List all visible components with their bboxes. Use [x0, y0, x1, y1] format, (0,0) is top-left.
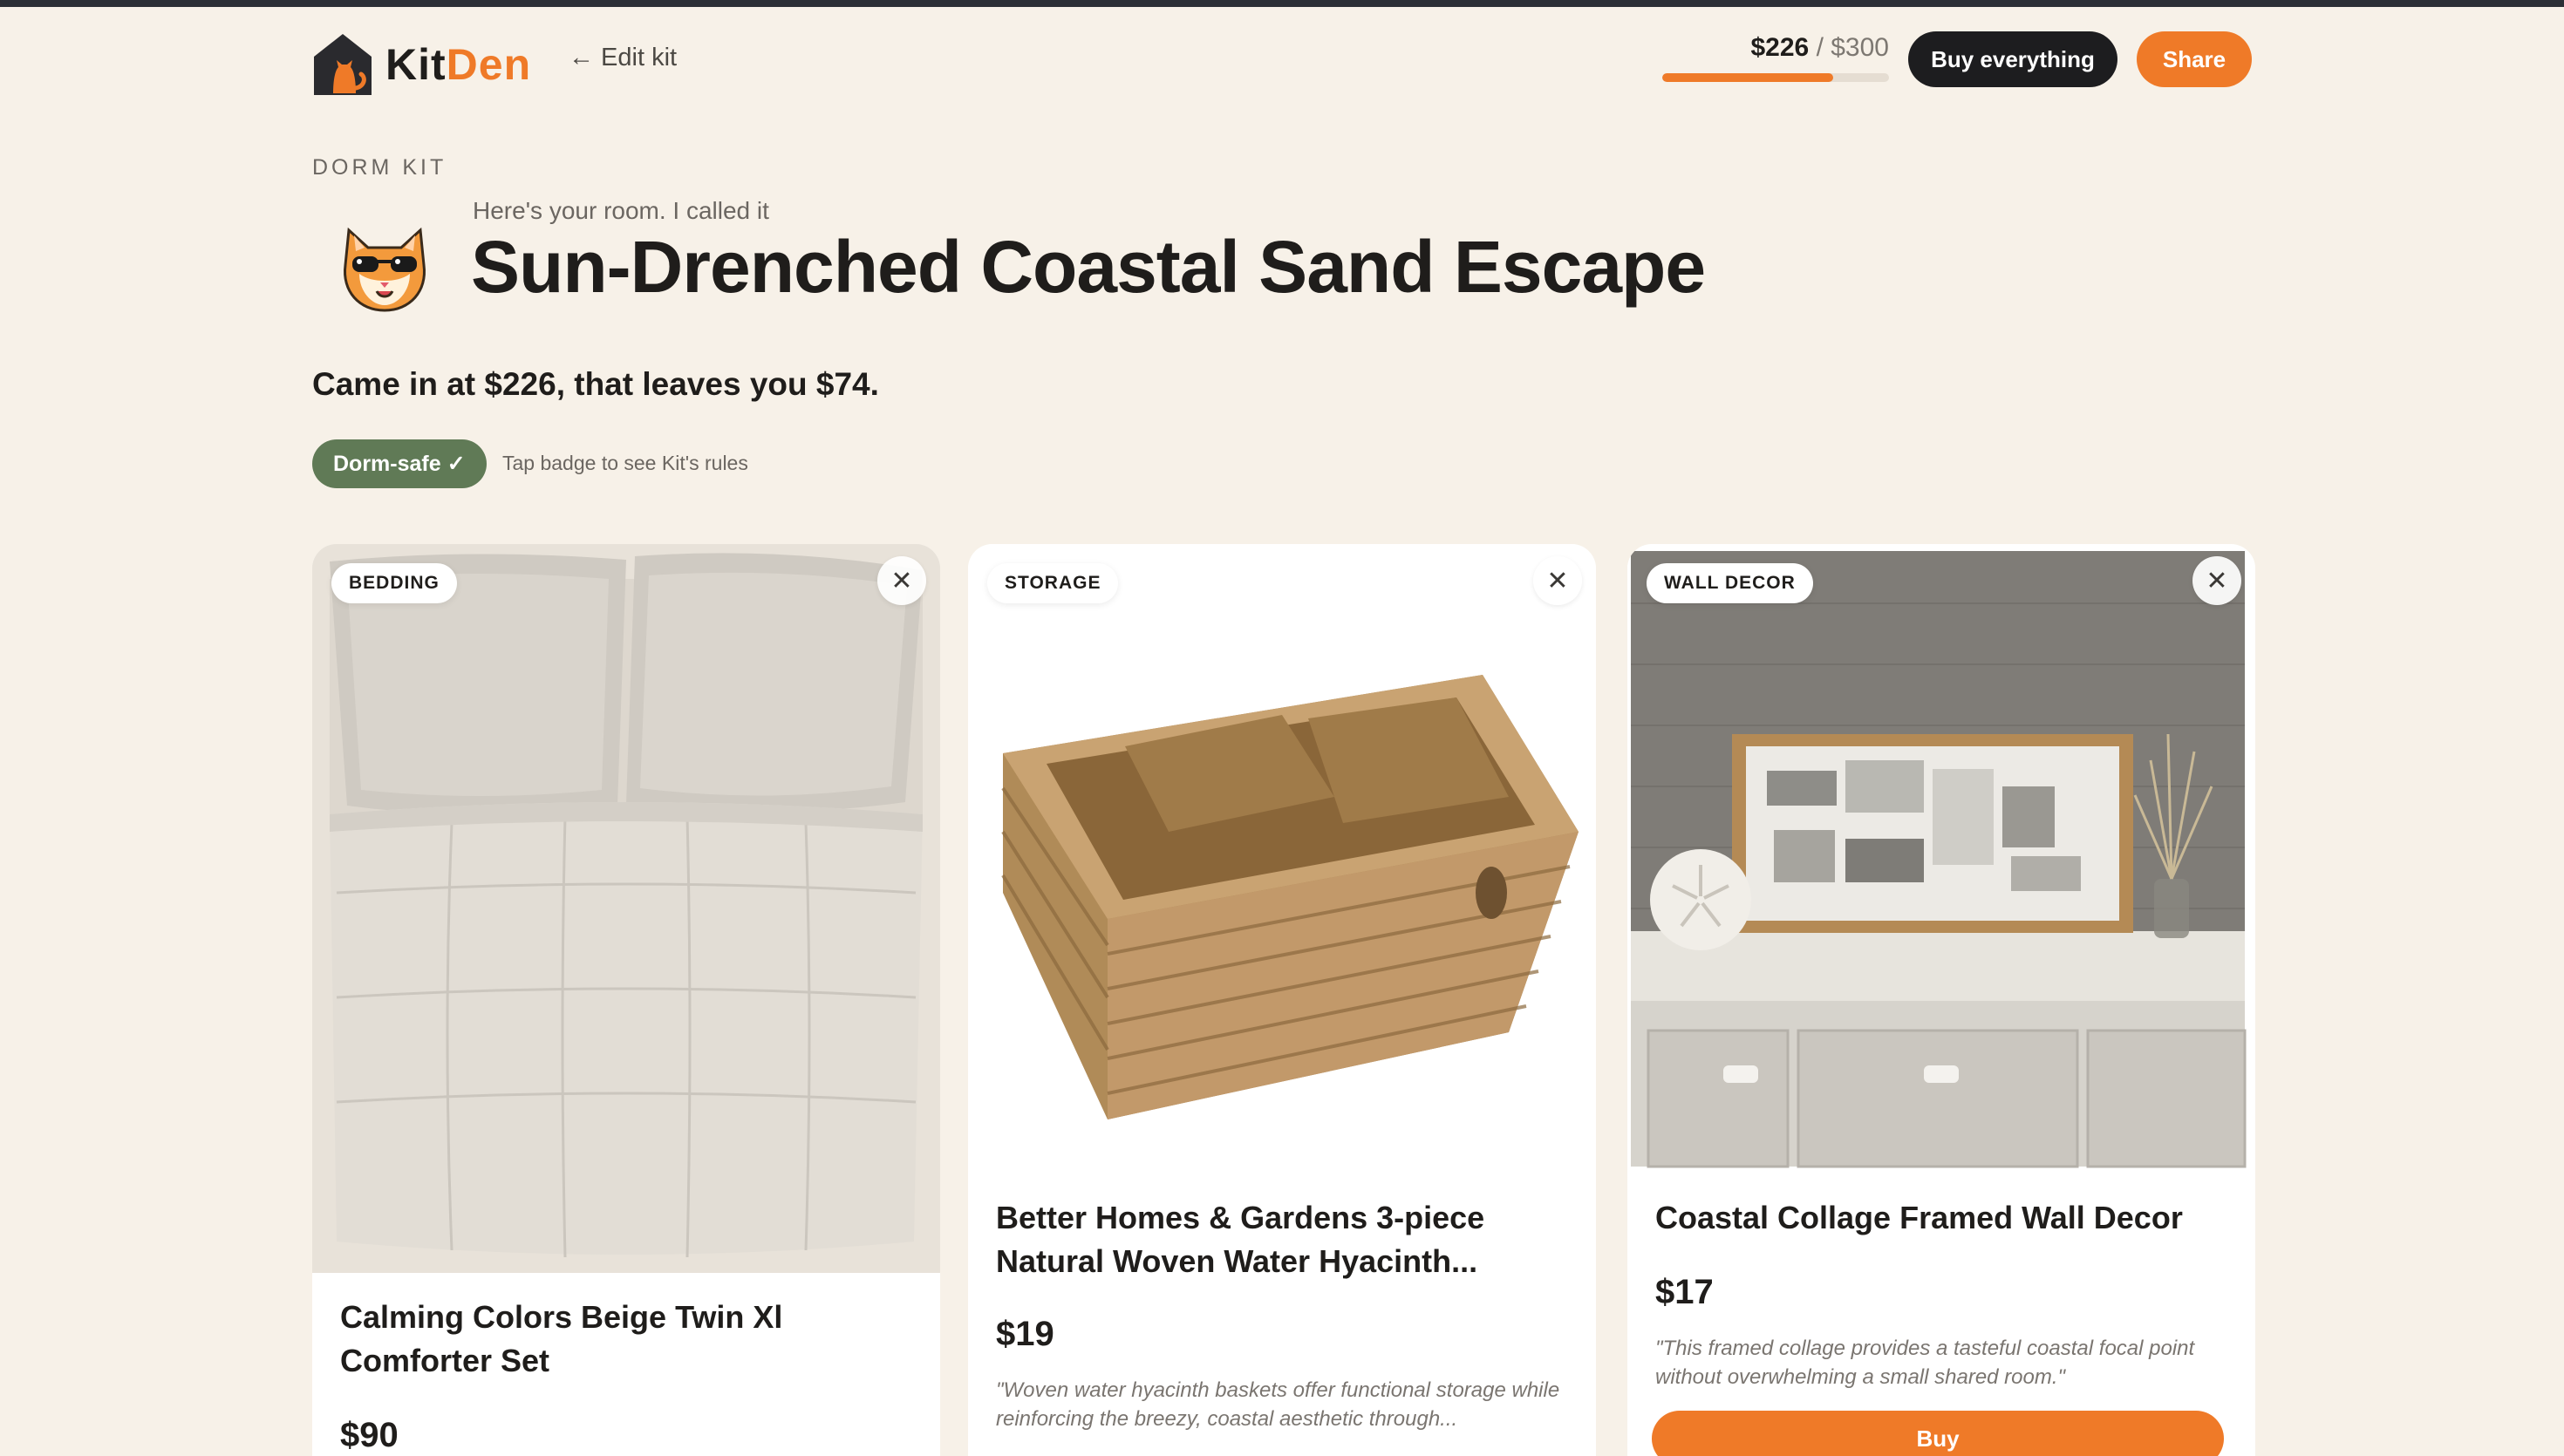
logo-wordmark: KitDen [385, 40, 532, 89]
product-card[interactable]: STORAGE ✕ Better Homes & Gardens 3-piece… [968, 544, 1596, 1456]
close-icon[interactable]: ✕ [2192, 556, 2241, 605]
product-rationale: "This framed collage provides a tasteful… [1655, 1337, 2195, 1389]
budget-progress-fill [1662, 73, 1833, 82]
dorm-safe-badge[interactable]: Dorm-safe ✓ [312, 439, 487, 488]
product-image-wall-decor [1627, 551, 2255, 1170]
product-rationale: "Woven water hyacinth baskets offer func… [996, 1378, 1560, 1431]
category-pill: WALL DECOR [1647, 563, 1813, 603]
product-price: $19 [996, 1315, 1054, 1353]
budget-separator: / [1809, 33, 1831, 62]
product-price: $90 [340, 1416, 399, 1454]
buy-button[interactable]: Buy [1652, 1411, 2224, 1456]
product-price: $17 [1655, 1273, 1714, 1311]
title-preface: Here's your room. I called it [473, 197, 769, 224]
kit-type-label: DORM KIT [312, 155, 447, 180]
kitden-logo[interactable]: KitDen [312, 28, 531, 101]
house-cat-logo-icon [314, 34, 372, 95]
product-image-comforter [312, 544, 940, 1273]
product-card[interactable]: BEDDING ✕ Calming Colors Beige Twin Xl C… [312, 544, 940, 1456]
category-pill: STORAGE [987, 563, 1119, 603]
edit-kit-link[interactable]: ← Edit kit [569, 44, 677, 72]
buy-everything-button[interactable]: Buy everything [1908, 31, 2117, 87]
page-title: Sun-Drenched Coastal Sand Escape [471, 226, 1706, 308]
budget-text: $226 / $300 [1662, 33, 1889, 63]
product-title[interactable]: Calming Colors Beige Twin Xl Comforter S… [340, 1296, 898, 1383]
close-icon[interactable]: ✕ [1533, 556, 1582, 605]
budget-spent: $226 [1750, 33, 1810, 62]
product-image-basket [968, 544, 1596, 1172]
product-title[interactable]: Coastal Collage Framed Wall Decor [1655, 1196, 2213, 1240]
header: KitDen ← Edit kit $226 / $300 Buy everyt… [0, 7, 2564, 115]
budget-total: $300 [1831, 33, 1889, 62]
close-icon[interactable]: ✕ [877, 556, 926, 605]
product-card[interactable]: WALL DECOR ✕ Coastal Collage Framed Wall… [1627, 544, 2255, 1456]
top-accent-bar [0, 0, 2564, 7]
budget-summary: Came in at $226, that leaves you $74. [312, 366, 879, 402]
budget-meter: $226 / $300 [1662, 33, 1889, 82]
budget-progress-track [1662, 73, 1889, 82]
share-button[interactable]: Share [2137, 31, 2252, 87]
cat-sunglasses-mascot [344, 227, 426, 312]
badge-hint: Tap badge to see Kit's rules [502, 452, 748, 474]
category-pill: BEDDING [331, 563, 457, 603]
product-title[interactable]: Better Homes & Gardens 3-piece Natural W… [996, 1196, 1554, 1283]
